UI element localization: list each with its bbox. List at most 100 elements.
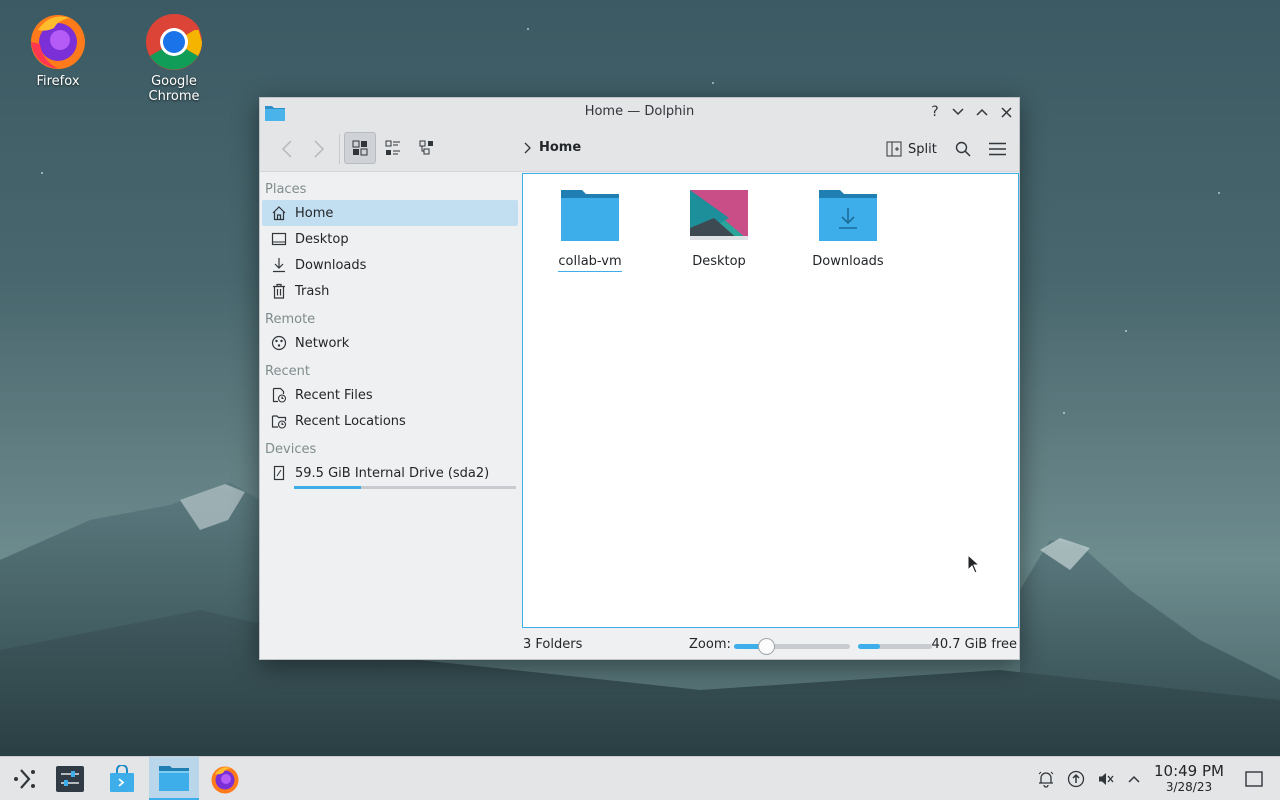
dolphin-window: Home — Dolphin ? Home Split Places Home … (259, 97, 1020, 660)
sidebar-item-label: Recent Locations (295, 413, 406, 429)
compact-view-button[interactable] (377, 132, 409, 164)
maximize-button[interactable] (972, 102, 992, 122)
tray-expand-button[interactable] (1124, 769, 1144, 789)
sidebar-item-internal-drive[interactable]: 59.5 GiB Internal Drive (sda2) (262, 460, 518, 489)
item-label: Desktop (692, 254, 746, 269)
zoom-label: Zoom: (689, 637, 731, 652)
folder-item-collab-vm[interactable]: collab-vm (535, 188, 645, 272)
chevron-right-icon (314, 140, 325, 158)
menu-button[interactable] (984, 136, 1010, 162)
star (1125, 330, 1127, 332)
update-arrow-icon (1067, 770, 1085, 788)
icons-view-button[interactable] (344, 132, 376, 164)
search-button[interactable] (950, 136, 976, 162)
toolbar-separator (339, 134, 340, 164)
desktop-icon (271, 232, 287, 246)
main-toolbar: Home Split (260, 126, 1019, 172)
places-panel: Places Home Desktop Downloads Trash Remo… (260, 172, 522, 660)
help-button[interactable]: ? (925, 102, 945, 122)
sidebar-item-label: Downloads (295, 257, 367, 273)
folder-item-downloads[interactable]: Downloads (793, 188, 903, 271)
free-space-text: 40.7 GiB free (931, 637, 1017, 652)
zoom-slider-handle[interactable] (758, 638, 776, 655)
sidebar-item-label: 59.5 GiB Internal Drive (sda2) (295, 465, 490, 481)
desktop-shortcut-firefox[interactable]: Firefox (8, 10, 108, 89)
task-system-settings[interactable] (45, 757, 95, 800)
breadcrumb[interactable]: Home (524, 140, 581, 155)
star (712, 82, 714, 84)
task-dolphin[interactable] (149, 757, 199, 800)
section-recent: Recent (265, 364, 310, 379)
home-icon (272, 206, 286, 221)
file-view[interactable]: collab-vm Desktop Downloads (522, 173, 1019, 628)
launcher-icon (14, 769, 35, 789)
firefox-icon (28, 10, 88, 70)
section-devices: Devices (265, 442, 317, 457)
chevron-left-icon (281, 140, 292, 158)
hamburger-menu-icon (988, 142, 1006, 156)
star (1218, 192, 1220, 194)
sidebar-item-network[interactable]: Network (262, 330, 518, 356)
drive-usage-fill (294, 486, 361, 489)
split-label: Split (908, 141, 937, 157)
recent-files-icon (272, 387, 287, 403)
free-space-fill (858, 644, 881, 649)
desktop-shortcut-chrome[interactable]: Google Chrome (124, 10, 224, 104)
recent-locations-icon (271, 415, 287, 429)
show-desktop-button[interactable] (1244, 769, 1264, 789)
show-desktop-icon (1245, 771, 1263, 787)
volume-muted-icon (1099, 773, 1114, 785)
search-icon (955, 141, 971, 157)
status-bar: 3 Folders Zoom: 40.7 GiB free (522, 633, 1019, 657)
star (527, 28, 529, 30)
sidebar-item-label: Trash (295, 283, 330, 299)
taskbar: 10:49 PM 3/28/23 (0, 756, 1280, 800)
drive-icon (273, 465, 285, 481)
section-places: Places (265, 182, 307, 197)
back-button[interactable] (272, 134, 302, 164)
application-launcher[interactable] (0, 757, 50, 800)
mouse-cursor-icon (967, 554, 981, 574)
sidebar-item-downloads[interactable]: Downloads (262, 252, 518, 278)
clock-date: 3/28/23 (1165, 780, 1213, 794)
trash-icon (273, 283, 285, 299)
zoom-slider[interactable] (734, 638, 850, 655)
firefox-icon (211, 766, 239, 794)
network-icon (271, 335, 287, 351)
item-label: Downloads (812, 254, 884, 269)
task-firefox[interactable] (200, 757, 250, 800)
minimize-button[interactable] (948, 102, 968, 122)
chevron-down-icon (952, 108, 964, 116)
desktop-shortcut-label: Google Chrome (148, 74, 200, 104)
star (41, 172, 43, 174)
sidebar-item-recent-locations[interactable]: Recent Locations (262, 408, 518, 434)
updates-tray[interactable] (1066, 769, 1086, 789)
sidebar-item-label: Home (295, 205, 334, 221)
free-space-bar (858, 644, 932, 649)
sidebar-item-label: Desktop (295, 231, 349, 247)
breadcrumb-home[interactable]: Home (539, 140, 581, 155)
folder-item-desktop[interactable]: Desktop (664, 188, 774, 271)
sidebar-item-recent-files[interactable]: Recent Files (262, 382, 518, 408)
chevron-right-icon (524, 142, 531, 153)
icons-view-icon (352, 140, 368, 156)
details-view-icon (419, 140, 433, 155)
split-view-icon (886, 141, 902, 157)
section-remote: Remote (265, 312, 316, 327)
volume-tray[interactable] (1096, 769, 1116, 789)
notifications-tray[interactable] (1036, 769, 1056, 789)
sidebar-item-label: Network (295, 335, 350, 351)
digital-clock[interactable]: 10:49 PM 3/28/23 (1150, 763, 1228, 795)
sidebar-item-trash[interactable]: Trash (262, 278, 518, 304)
details-view-button[interactable] (411, 132, 443, 164)
close-button[interactable] (996, 102, 1016, 122)
forward-button[interactable] (304, 134, 334, 164)
sidebar-item-desktop[interactable]: Desktop (262, 226, 518, 252)
split-button[interactable]: Split (886, 136, 937, 162)
bell-icon (1038, 771, 1054, 788)
sidebar-item-home[interactable]: Home (262, 200, 518, 226)
window-titlebar[interactable]: Home — Dolphin ? (260, 98, 1019, 126)
task-discover[interactable] (97, 757, 147, 800)
window-title: Home — Dolphin (584, 104, 695, 119)
close-icon (1000, 106, 1012, 118)
